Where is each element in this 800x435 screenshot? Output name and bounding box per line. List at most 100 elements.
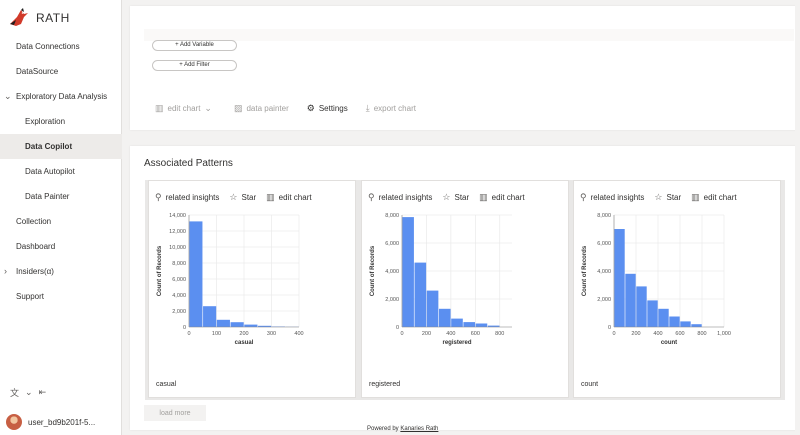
histogram-bar — [203, 306, 217, 327]
edit-chart-button[interactable]: ▥ edit chart — [479, 192, 524, 203]
nav-label: Data Connections — [16, 42, 80, 51]
bar-chart-icon: ▥ — [266, 192, 275, 202]
nav-label: Data Painter — [25, 192, 70, 201]
y-tick-label: 6,000 — [597, 241, 611, 247]
nav-item-data-autopilot[interactable]: Data Autopilot — [0, 159, 122, 184]
histogram-bar — [691, 324, 702, 327]
chevron-right-icon: › — [4, 266, 7, 276]
settings-label: Settings — [318, 103, 348, 113]
main-content: + Add Variable + Add Filter ▥ edit chart… — [122, 0, 800, 435]
chevron-down-icon[interactable]: ⌄ — [25, 387, 33, 398]
chevron-down-icon: ⌄ — [204, 102, 212, 113]
nav-label: DataSource — [16, 67, 59, 76]
edit-chart-button[interactable]: ▥ edit chart — [266, 192, 311, 203]
x-tick-label: 800 — [697, 331, 706, 337]
edit-chart-button[interactable]: ▥ edit chart ⌄ — [155, 103, 216, 114]
nav-item-exploratory-data-analysis[interactable]: ⌄ Exploratory Data Analysis — [0, 84, 122, 109]
histogram-bar — [625, 273, 636, 327]
y-tick-label: 6,000 — [385, 241, 399, 247]
nav-item-insiders[interactable]: › Insiders(α) — [0, 259, 122, 284]
histogram-bar — [614, 229, 625, 327]
rath-bird-logo-icon — [10, 8, 28, 26]
language-icon[interactable]: 文 — [10, 386, 19, 399]
add-filter-button[interactable]: + Add Filter — [152, 60, 237, 71]
data-painter-label: data painter — [246, 103, 289, 113]
export-chart-button[interactable]: ⤓ export chart — [366, 103, 416, 114]
nav-item-exploration[interactable]: Exploration — [0, 109, 122, 134]
nav-label: Exploratory Data Analysis — [16, 92, 108, 101]
query-panel: + Add Variable + Add Filter ▥ edit chart… — [130, 6, 797, 130]
action-label: related insights — [590, 193, 645, 202]
histogram-bar — [402, 217, 414, 327]
histogram-chart[interactable]: 0 2,000 4,000 6,000 8,000 0 200 400 600 800 1,000 c… — [574, 207, 780, 357]
histogram-bar — [463, 322, 476, 327]
nav-item-data-painter[interactable]: Data Painter — [0, 184, 122, 209]
histogram-chart[interactable]: 0 2,000 4,000 6,000 8,000 0 200 400 600 800 regist… — [362, 207, 568, 357]
x-axis-label: count — [661, 340, 677, 346]
star-button[interactable]: ☆ Star — [442, 192, 469, 203]
pin-icon: ⚲ — [368, 192, 375, 202]
add-variable-button[interactable]: + Add Variable — [152, 40, 237, 51]
data-painter-button[interactable]: ▨ data painter — [234, 103, 289, 114]
variable-area — [144, 29, 794, 41]
y-tick-label: 14,000 — [169, 213, 186, 219]
toolbar: ▥ edit chart ⌄ ▨ data painter ⚙ Settings… — [155, 102, 434, 114]
nav-item-datasource[interactable]: DataSource — [0, 59, 122, 84]
y-tick-label: 8,000 — [172, 261, 186, 267]
histogram-chart[interactable]: 0 2,000 4,000 6,000 8,000 10,000 12,000 14,000 0… — [149, 207, 355, 357]
histogram-bar — [475, 323, 488, 327]
related-insights-button[interactable]: ⚲ related insights — [368, 192, 432, 203]
x-tick-label: 1,000 — [717, 331, 731, 337]
histogram-bar — [680, 321, 691, 327]
nav-item-support[interactable]: Support — [0, 284, 122, 309]
y-tick-label: 2,000 — [172, 309, 186, 315]
user-profile[interactable]: user_bd9b201f-5... — [6, 414, 95, 430]
x-tick-label: 400 — [653, 331, 662, 337]
x-tick-label: 200 — [422, 331, 431, 337]
y-tick-label: 2,000 — [597, 297, 611, 303]
app-name: RATH — [36, 11, 70, 25]
histogram-bar — [230, 322, 244, 327]
histogram-bar — [189, 221, 203, 327]
x-tick-label: 200 — [631, 331, 640, 337]
histogram-bar — [414, 262, 427, 327]
action-label: edit chart — [703, 193, 737, 202]
y-tick-label: 4,000 — [172, 293, 186, 299]
edit-chart-button[interactable]: ▥ edit chart — [691, 192, 736, 203]
action-label: edit chart — [278, 193, 312, 202]
powered-by: Powered by Kanaries Rath — [367, 426, 438, 432]
related-insights-button[interactable]: ⚲ related insights — [580, 192, 644, 203]
kanaries-rath-link[interactable]: Kanaries Rath — [400, 426, 438, 432]
x-tick-label: 600 — [471, 331, 480, 337]
pattern-card: ⚲ related insights ☆ Star ▥ edit chart 0 2,000 4… — [573, 180, 781, 398]
histogram-bar — [647, 300, 658, 327]
card-actions: ⚲ related insights ☆ Star ▥ edit chart — [155, 192, 322, 203]
y-tick-label: 0 — [608, 325, 611, 331]
card-field-name: registered — [369, 381, 401, 388]
y-axis-label: Count of Records — [157, 245, 163, 296]
star-button[interactable]: ☆ Star — [654, 192, 681, 203]
action-label: related insights — [378, 193, 433, 202]
load-more-button[interactable]: load more — [144, 405, 206, 421]
nav-item-data-copilot[interactable]: Data Copilot — [0, 134, 122, 159]
scrollbar[interactable] — [795, 0, 799, 435]
star-button[interactable]: ☆ Star — [229, 192, 256, 203]
brand[interactable]: RATH — [8, 8, 70, 28]
user-name: user_bd9b201f-5... — [28, 417, 96, 427]
nav-label: Data Autopilot — [25, 167, 75, 176]
sidebar-tools: 文 ⌄ ⇤ — [10, 386, 46, 399]
x-tick-label: 0 — [612, 331, 615, 337]
x-tick-label: 400 — [446, 331, 455, 337]
collapse-sidebar-icon[interactable]: ⇤ — [39, 387, 47, 398]
x-tick-label: 800 — [495, 331, 504, 337]
related-insights-button[interactable]: ⚲ related insights — [155, 192, 219, 203]
nav-label: Insiders(α) — [16, 267, 54, 276]
associated-patterns-panel: Associated Patterns ⚲ related insights ☆ St… — [130, 146, 797, 430]
nav-item-dashboard[interactable]: Dashboard — [0, 234, 122, 259]
nav-item-collection[interactable]: Collection — [0, 209, 122, 234]
nav-item-data-connections[interactable]: Data Connections — [0, 34, 122, 59]
histogram-bar — [669, 316, 680, 327]
settings-button[interactable]: ⚙ Settings — [307, 103, 348, 114]
x-tick-label: 100 — [212, 331, 221, 337]
x-tick-label: 0 — [187, 331, 190, 337]
